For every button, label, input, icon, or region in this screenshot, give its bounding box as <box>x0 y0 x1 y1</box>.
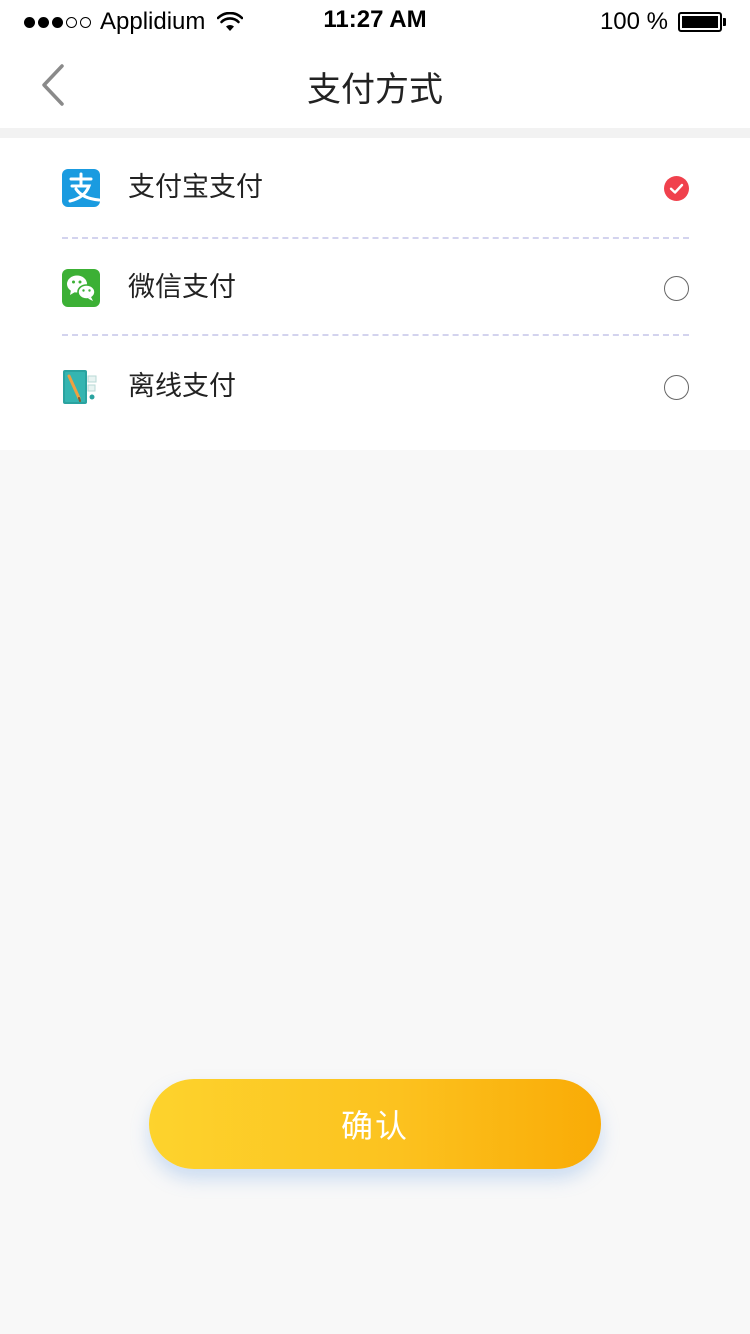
alipay-icon <box>62 169 100 207</box>
confirm-button[interactable]: 确认 <box>149 1079 601 1169</box>
status-bar: Applidium 11:27 AM 100 % <box>0 0 750 44</box>
payment-method-list: 支付宝支付 微信支付 离线支付 <box>0 138 750 450</box>
status-right: 100 % <box>600 8 726 36</box>
payment-option-offline[interactable]: 离线支付 <box>0 337 750 437</box>
payment-option-wechat[interactable]: 微信支付 <box>0 238 750 338</box>
section-gap <box>0 128 750 138</box>
radio-selected-icon[interactable] <box>664 176 689 201</box>
radio-unselected-icon[interactable] <box>664 276 689 301</box>
payment-option-label: 微信支付 <box>128 272 236 303</box>
offline-notebook-icon <box>63 370 97 404</box>
navigation-bar: 支付方式 <box>0 44 750 128</box>
payment-option-label: 支付宝支付 <box>128 172 263 203</box>
battery-percentage: 100 % <box>599 8 668 35</box>
list-divider <box>62 334 689 336</box>
battery-icon <box>678 12 722 32</box>
checkmark-icon <box>669 183 684 194</box>
payment-option-label: 离线支付 <box>128 371 236 402</box>
radio-unselected-icon[interactable] <box>664 375 689 400</box>
battery-tip <box>723 18 726 26</box>
page-title: 支付方式 <box>307 70 443 110</box>
battery-fill <box>682 16 718 28</box>
wechat-icon <box>62 269 100 307</box>
payment-option-alipay[interactable]: 支付宝支付 <box>0 138 750 238</box>
